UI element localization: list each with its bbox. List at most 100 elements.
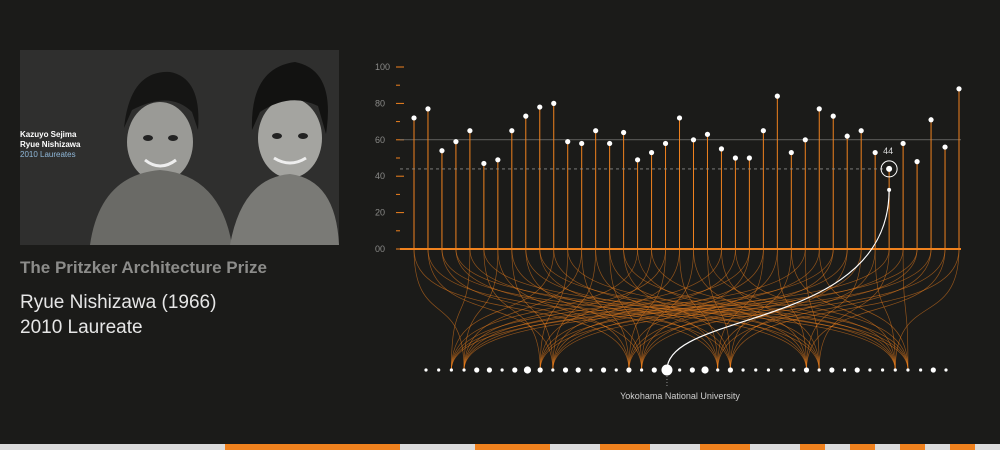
school-dot <box>829 367 835 373</box>
lollipop-dot <box>718 146 725 152</box>
bottom-bar-segment <box>800 444 825 450</box>
school-dot <box>678 368 682 372</box>
school-dot <box>651 367 657 373</box>
school-dot <box>716 368 720 372</box>
lollipop-dot <box>802 137 808 143</box>
school-dot <box>500 368 504 372</box>
school-dot <box>906 368 910 372</box>
school-label: Yokohama National University <box>620 391 740 401</box>
link-curve <box>552 248 932 371</box>
bottom-bar-segment <box>850 444 875 450</box>
lollipop-dot <box>956 86 962 92</box>
y-tick-label: 20 <box>375 208 385 218</box>
link-curve <box>818 248 890 371</box>
lollipop-dot <box>537 104 543 110</box>
school-dot <box>944 368 948 372</box>
school-dot <box>512 367 518 373</box>
school-dot <box>575 367 581 373</box>
link-curve <box>539 248 736 371</box>
bottom-bar-segment <box>475 444 550 450</box>
lollipop-dot <box>662 140 669 147</box>
lollipop-dot <box>816 106 822 112</box>
school-dot <box>523 366 532 374</box>
lollipop-dot <box>411 115 417 121</box>
lollipop-dot <box>732 155 739 161</box>
school-dot <box>640 368 644 372</box>
lollipop-dot <box>830 113 836 119</box>
link-curve <box>641 248 778 371</box>
school-dot <box>449 368 453 372</box>
school-dot <box>562 367 569 373</box>
lollipop-dot <box>495 157 501 163</box>
school-dot <box>868 368 872 372</box>
school-dot <box>551 368 555 372</box>
lollipop-dot <box>634 157 641 163</box>
lollipop-dot <box>844 133 850 139</box>
school-dot <box>727 367 733 373</box>
lollipop-dot <box>676 115 683 121</box>
lollipop-dot <box>593 128 599 134</box>
y-tick-label: 60 <box>375 135 385 145</box>
school-dot <box>803 367 810 373</box>
lollipop-dot <box>509 128 515 134</box>
school-dot <box>589 368 593 372</box>
link-curve <box>539 248 820 371</box>
school-dot <box>486 367 493 373</box>
school-dot <box>437 368 441 372</box>
lollipop-dot <box>872 149 878 156</box>
bottom-color-bar <box>0 444 1000 450</box>
y-tick-label: 80 <box>375 98 385 108</box>
link-curve <box>894 248 960 371</box>
school-dot <box>614 368 618 372</box>
school-dot <box>930 367 936 373</box>
y-tick-label: 00 <box>375 244 385 254</box>
school-dot <box>462 368 466 372</box>
school-dot <box>537 367 543 373</box>
link-curve <box>874 248 896 371</box>
lollipop-dot <box>439 148 445 154</box>
school-dot <box>842 368 847 372</box>
lollipop-dot <box>760 128 766 134</box>
school-dot <box>854 367 860 373</box>
lollipop-dot <box>704 131 711 137</box>
school-dot <box>626 367 632 373</box>
lollipop-dot <box>551 100 557 106</box>
lollipop-dot <box>565 139 571 145</box>
lollipop-dot <box>425 106 431 112</box>
school-dot <box>600 367 607 373</box>
lollipop-dot <box>774 93 780 99</box>
bottom-bar-segment <box>950 444 975 450</box>
bottom-bar-segment <box>225 444 400 450</box>
school-dot <box>701 366 709 374</box>
bottom-bar-segment <box>600 444 650 450</box>
bottom-bar-segment <box>900 444 925 450</box>
lollipop-dot <box>858 128 864 134</box>
school-dot <box>754 368 758 372</box>
lollipop-dot <box>690 137 697 143</box>
school-dot <box>689 367 695 373</box>
lollipop-dot <box>523 113 529 119</box>
school-dot <box>741 368 745 372</box>
y-tick-label: 100 <box>375 62 390 72</box>
school-dot <box>661 364 673 376</box>
school-dot <box>766 368 771 372</box>
lollipop-dot-highlight <box>886 165 893 172</box>
lollipop-dot <box>453 139 459 145</box>
lollipop-dot <box>914 159 920 165</box>
lollipop-dot <box>928 117 934 123</box>
lollipop-dot <box>621 129 627 136</box>
school-dot <box>424 368 428 372</box>
school-dot <box>919 368 923 372</box>
lollipop-dot <box>481 160 487 167</box>
bottom-bar-segment <box>700 444 750 450</box>
lollipop-dot <box>746 155 752 161</box>
lollipop-dot <box>467 128 473 134</box>
lollipop-dot <box>648 149 655 156</box>
school-dot <box>817 368 821 372</box>
y-tick-label: 40 <box>375 171 385 181</box>
school-dot <box>474 367 480 373</box>
school-dot <box>792 368 796 372</box>
lollipop-chart: 00 20 40 60 80 100 44 <box>375 62 962 386</box>
link-curve <box>427 248 554 371</box>
link-curve <box>525 248 807 371</box>
